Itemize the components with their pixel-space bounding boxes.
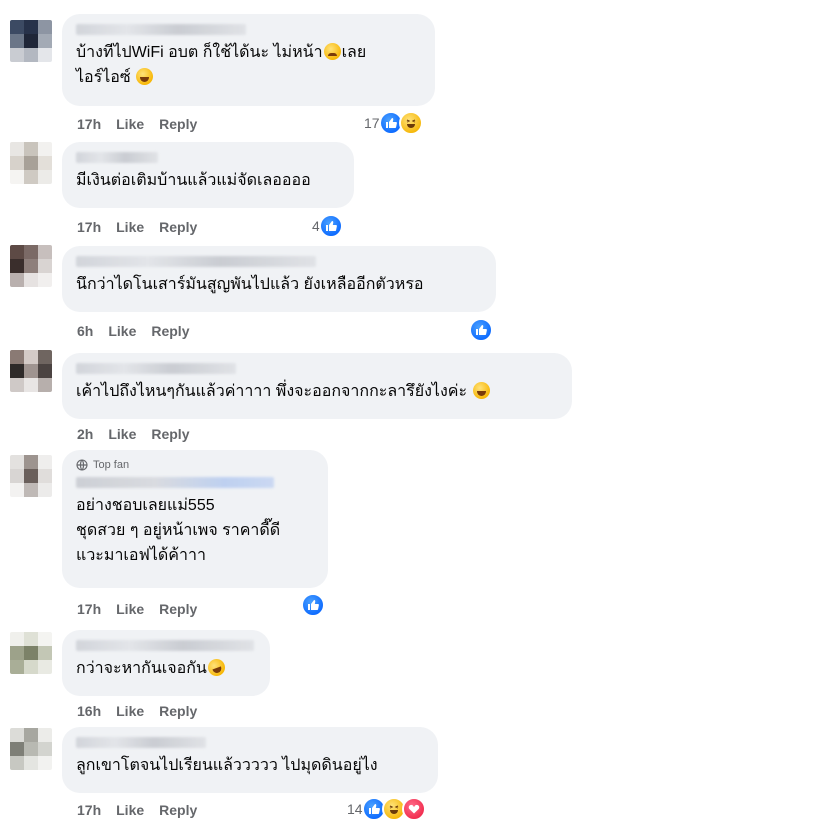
comment-text: บ้างทีไปWiFi อบต ก็ใช้ได้นะ ไม่หน้า เลย ไ… [76,43,367,86]
love-icon [401,797,426,821]
author-name[interactable] [76,638,256,652]
timestamp[interactable]: 17h [77,600,101,618]
like-button[interactable]: Like [108,322,136,340]
author-name[interactable] [76,735,424,749]
timestamp[interactable]: 17h [77,801,101,819]
timestamp[interactable]: 2h [77,425,93,443]
like-button[interactable]: Like [108,425,136,443]
comment-bubble: เค้าไปถึงไหนๆกันแล้วค่าาาา พึ่งจะออกจากก… [62,353,572,419]
sweat-smile-emoji-icon [472,382,490,399]
reaction-count: 14 [347,801,363,817]
grin-emoji-icon [136,68,154,85]
comment-text: นึกว่าไดโนเสาร์มันสูญพันไปแล้ว ยังเหลืออ… [76,276,424,293]
rofl-emoji-icon [205,656,228,679]
avatar[interactable] [10,728,52,770]
author-name[interactable] [76,254,482,268]
avatar[interactable] [10,142,52,184]
comment-bubble: นึกว่าไดโนเสาร์มันสูญพันไปแล้ว ยังเหลืออ… [62,246,496,312]
avatar[interactable] [10,20,52,62]
timestamp[interactable]: 17h [77,218,101,236]
timestamp[interactable]: 6h [77,322,93,340]
crying-emoji-icon [323,43,341,60]
reply-button[interactable]: Reply [151,322,189,340]
like-icon [469,318,493,342]
reply-button[interactable]: Reply [159,600,197,618]
reaction-summary[interactable] [469,318,493,342]
reply-button[interactable]: Reply [159,218,197,236]
reply-button[interactable]: Reply [159,115,197,133]
reply-button[interactable]: Reply [159,801,197,819]
reaction-summary[interactable] [301,593,325,617]
comment-bubble: ลูกเขาโตจนไปเรียนแล้ววววว ไปมุดดินอยู่ไง [62,727,438,793]
comment-bubble: มีเงินต่อเติมบ้านแล้วแม่จัดเลออออ [62,142,354,208]
reaction-summary[interactable]: 4 [312,214,343,238]
reply-button[interactable]: Reply [159,702,197,720]
like-button[interactable]: Like [116,600,144,618]
author-name[interactable] [76,150,340,164]
timestamp[interactable]: 16h [77,702,101,720]
avatar[interactable] [10,245,52,287]
comment-text: กว่าจะหากันเจอกัน [76,656,256,681]
like-button[interactable]: Like [116,801,144,819]
like-icon [301,593,325,617]
like-button[interactable]: Like [116,115,144,133]
avatar[interactable] [10,455,52,497]
reaction-count: 17 [364,115,380,131]
comment-text: อย่างชอบเลยแม่555 ชุดสวย ๆ อยู่หน้าเพจ ร… [76,497,281,564]
author-name[interactable] [76,475,314,489]
timestamp[interactable]: 17h [77,115,101,133]
top-fan-badge: Top fan [76,458,314,472]
like-button[interactable]: Like [116,702,144,720]
comment-bubble: บ้างทีไปWiFi อบต ก็ใช้ได้นะ ไม่หน้า เลย ไ… [62,14,435,106]
comment-bubble: กว่าจะหากันเจอกัน [62,630,270,696]
like-icon [318,214,343,238]
avatar[interactable] [10,350,52,392]
reply-button[interactable]: Reply [151,425,189,443]
author-name[interactable] [76,22,421,36]
haha-icon [398,111,423,135]
top-fan-icon [76,459,88,471]
avatar[interactable] [10,632,52,674]
comment-text: มีเงินต่อเติมบ้านแล้วแม่จัดเลออออ [76,172,311,189]
comment-text: ลูกเขาโตจนไปเรียนแล้ววววว ไปมุดดินอยู่ไง [76,757,378,774]
reaction-summary[interactable]: 17 [364,111,423,135]
reaction-summary[interactable]: 14 [347,797,426,821]
author-name[interactable] [76,361,558,375]
comment-text: เค้าไปถึงไหนๆกันแล้วค่าาาา พึ่งจะออกจากก… [76,379,558,404]
comment-bubble: Top fan อย่างชอบเลยแม่555 ชุดสวย ๆ อยู่ห… [62,450,328,588]
like-button[interactable]: Like [116,218,144,236]
